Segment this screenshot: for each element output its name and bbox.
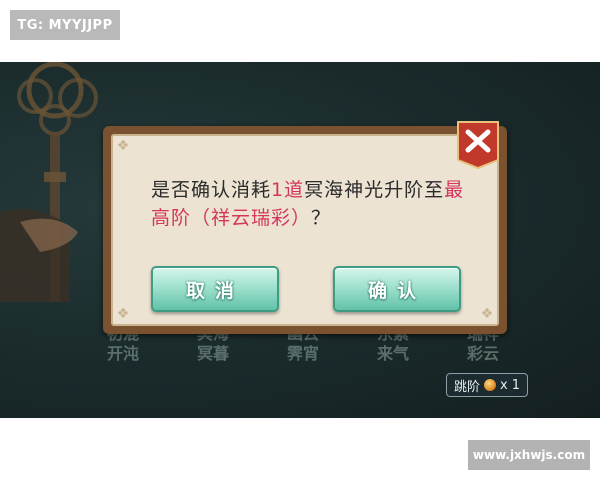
- corner-ornament-icon: ❖: [116, 138, 130, 154]
- corner-ornament-icon: ❖: [116, 306, 130, 322]
- confirm-dialog: ❖ ❖ ❖ ❖ 是否确认消耗1道冥海神光升阶至最高阶（祥云瑞彩）？ 取消 确认: [103, 126, 507, 334]
- dialog-message: 是否确认消耗1道冥海神光升阶至最高阶（祥云瑞彩）？: [151, 179, 465, 229]
- confirm-button[interactable]: 确认: [333, 266, 461, 312]
- dialog-panel: ❖ ❖ ❖ ❖ 是否确认消耗1道冥海神光升阶至最高阶（祥云瑞彩）？ 取消 确认: [111, 134, 499, 326]
- skip-label: 跳阶: [453, 379, 480, 395]
- coin-icon: [483, 379, 496, 391]
- skip-stage-button[interactable]: 跳阶 x 1: [446, 373, 528, 397]
- game-scene: 初混 开沌 冥海 冥暮 幽云 霁宵 东紫 来气 瑞祥 彩云 跳阶 x 1 ❖ ❖…: [0, 62, 600, 418]
- cancel-button[interactable]: 取消: [151, 266, 279, 312]
- corner-ornament-icon: ❖: [480, 306, 494, 322]
- watermark-top: TG: MYYJJPP: [10, 10, 120, 40]
- close-x-icon[interactable]: [456, 120, 500, 170]
- watermark-bottom: www.jxhwjs.com: [468, 440, 590, 470]
- skip-count: x 1: [499, 377, 521, 393]
